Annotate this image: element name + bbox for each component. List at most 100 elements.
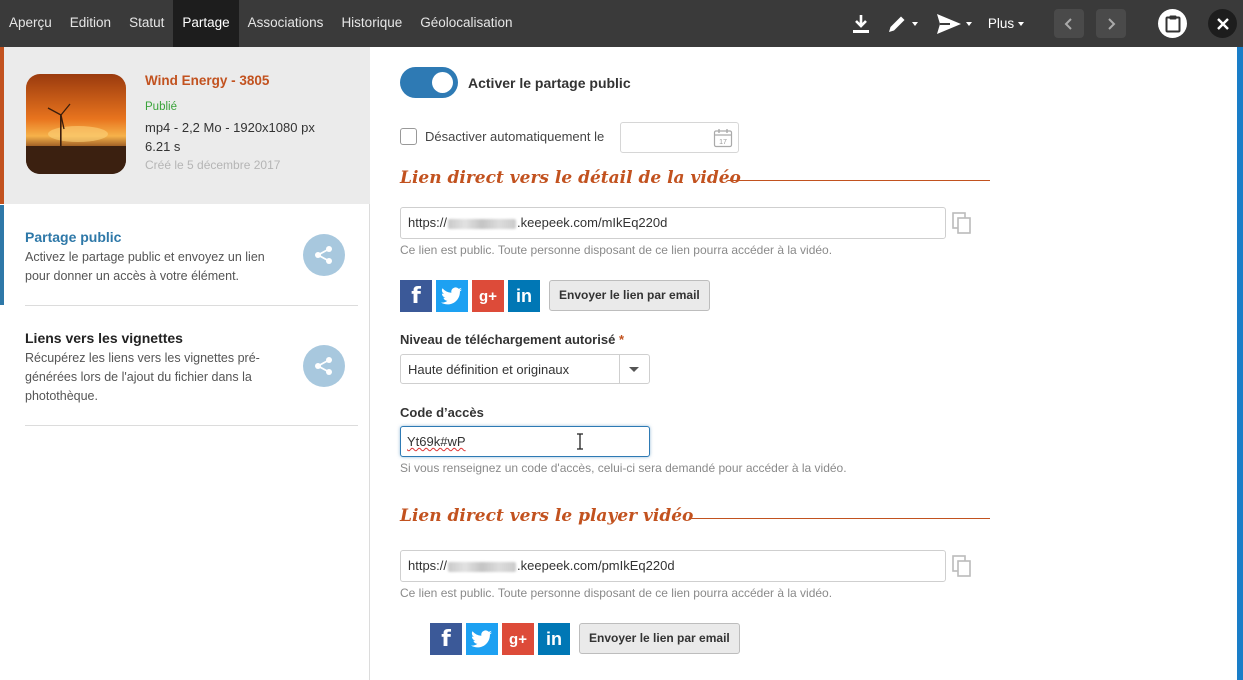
access-code-input[interactable]: Yt69k#wP [400, 426, 650, 457]
tab-geolocalisation[interactable]: Géolocalisation [411, 0, 521, 47]
facebook-icon: f [411, 283, 421, 309]
required-marker: * [618, 332, 624, 347]
sidebar-item-description: Récupérez les liens vers les vignettes p… [25, 351, 260, 403]
sidebar-item-thumbnail-links[interactable]: Liens vers les vignettes Récupérez les l… [0, 306, 358, 424]
section-divider [689, 518, 990, 519]
url-prefix: https:// [408, 558, 448, 573]
auto-disable-checkbox[interactable] [400, 128, 417, 145]
sidebar-item-title: Liens vers les vignettes [25, 330, 183, 346]
download-level-select[interactable]: Haute définition et originaux [400, 354, 650, 384]
player-link-hint: Ce lien est public. Toute personne dispo… [400, 586, 833, 600]
copy-icon [952, 212, 971, 234]
player-url-field[interactable]: https:// .keepeek.com/pmIkEq220d [400, 550, 946, 582]
copy-detail-link-button[interactable] [952, 212, 972, 237]
toggle-knob [432, 72, 453, 93]
email-detail-link-button[interactable]: Envoyer le lien par email [549, 280, 710, 311]
facebook-share-button[interactable]: f [430, 623, 462, 655]
tab-statut[interactable]: Statut [120, 0, 173, 47]
access-code-value: Yt69k#wP [407, 434, 466, 449]
googleplus-share-button[interactable]: g+ [472, 280, 504, 312]
url-suffix: .keepeek.com/mIkEq220d [517, 215, 668, 230]
player-link-section-title: Lien direct vers le player vidéo [400, 506, 694, 526]
download-level-value: Haute définition et originaux [408, 362, 570, 377]
redacted-domain [448, 218, 517, 229]
auto-disable-label: Désactiver automatiquement le [425, 129, 605, 144]
tab-partage[interactable]: Partage [173, 0, 239, 47]
sidebar-item-title: Partage public [25, 229, 122, 245]
media-thumbnail[interactable] [26, 74, 126, 174]
chevron-left-icon [1064, 17, 1072, 30]
email-player-link-button[interactable]: Envoyer le lien par email [579, 623, 740, 654]
facebook-share-button[interactable]: f [400, 280, 432, 312]
send-icon [937, 13, 961, 34]
facebook-icon: f [441, 626, 451, 652]
edit-menu-button[interactable] [884, 0, 920, 47]
url-prefix: https:// [408, 215, 448, 230]
googleplus-icon: g+ [509, 630, 527, 648]
redacted-domain [448, 561, 517, 572]
clipboard-icon [1165, 15, 1180, 32]
more-menu-button[interactable]: Plus [986, 0, 1026, 47]
share-icon [303, 234, 345, 276]
twitter-icon [471, 630, 492, 648]
media-created-date: Créé le 5 décembre 2017 [145, 158, 281, 172]
download-level-label: Niveau de téléchargement autorisé * [400, 332, 624, 347]
media-format: mp4 - 2,2 Mo - 1920x1080 px [145, 120, 315, 135]
next-button[interactable] [1096, 9, 1126, 38]
chevron-right-icon [1108, 17, 1116, 30]
top-toolbar: Aperçu Edition Statut Partage Associatio… [0, 0, 1243, 47]
close-icon [1216, 17, 1229, 30]
detail-link-section-title: Lien direct vers le détail de la vidéo [400, 168, 741, 188]
send-menu-button[interactable] [934, 0, 974, 47]
scrollbar[interactable] [1237, 47, 1243, 680]
twitter-share-button[interactable] [466, 623, 498, 655]
detail-link-hint: Ce lien est public. Toute personne dispo… [400, 243, 833, 257]
section-divider [728, 180, 990, 181]
copy-player-link-button[interactable] [952, 555, 972, 580]
calendar-icon: 17 [713, 129, 733, 148]
tab-apercu[interactable]: Aperçu [0, 0, 61, 47]
media-status: Publié [145, 101, 177, 113]
googleplus-share-button[interactable]: g+ [502, 623, 534, 655]
chevron-down-icon [1018, 21, 1025, 26]
left-panel: Wind Energy - 3805 Publié mp4 - 2,2 Mo -… [0, 47, 370, 680]
tab-historique[interactable]: Historique [332, 0, 411, 47]
public-sharing-label: Activer le partage public [468, 75, 631, 91]
active-indicator [0, 205, 4, 305]
tab-edition[interactable]: Edition [61, 0, 120, 47]
pencil-icon [889, 16, 905, 32]
media-title: Wind Energy - 3805 [145, 73, 270, 88]
twitter-share-button[interactable] [436, 280, 468, 312]
linkedin-share-button[interactable]: in [538, 623, 570, 655]
media-card: Wind Energy - 3805 Publié mp4 - 2,2 Mo -… [0, 47, 370, 204]
tab-associations[interactable]: Associations [239, 0, 333, 47]
divider [25, 425, 358, 426]
auto-disable-date-input[interactable]: 17 [620, 122, 739, 153]
linkedin-share-button[interactable]: in [508, 280, 540, 312]
sidebar-item-description: Activez le partage public et envoyez un … [25, 250, 265, 283]
previous-button[interactable] [1054, 9, 1084, 38]
chevron-down-icon [912, 21, 918, 26]
sidebar-item-public-sharing[interactable]: Partage public Activez le partage public… [0, 205, 358, 305]
googleplus-icon: g+ [479, 287, 497, 305]
twitter-icon [441, 287, 462, 305]
access-code-hint: Si vous renseignez un code d'accès, celu… [400, 461, 847, 475]
calendar-day: 17 [719, 139, 727, 146]
media-duration: 6.21 s [145, 139, 181, 154]
close-button[interactable] [1208, 9, 1237, 38]
sharing-panel: Activer le partage public Désactiver aut… [371, 47, 1237, 680]
access-code-label: Code d’accès [400, 405, 484, 420]
text-cursor-icon [577, 433, 583, 450]
url-suffix: .keepeek.com/pmIkEq220d [517, 558, 675, 573]
download-level-label-text: Niveau de téléchargement autorisé [400, 332, 616, 347]
chevron-down-icon [966, 21, 972, 26]
select-divider [619, 355, 620, 383]
download-icon [853, 14, 869, 33]
more-menu-label: Plus [987, 16, 1015, 31]
download-button[interactable] [849, 0, 873, 47]
clipboard-button[interactable] [1158, 9, 1187, 38]
share-icon [303, 345, 345, 387]
public-sharing-toggle[interactable] [400, 67, 458, 98]
detail-url-field[interactable]: https:// .keepeek.com/mIkEq220d [400, 207, 946, 239]
copy-icon [952, 555, 971, 577]
